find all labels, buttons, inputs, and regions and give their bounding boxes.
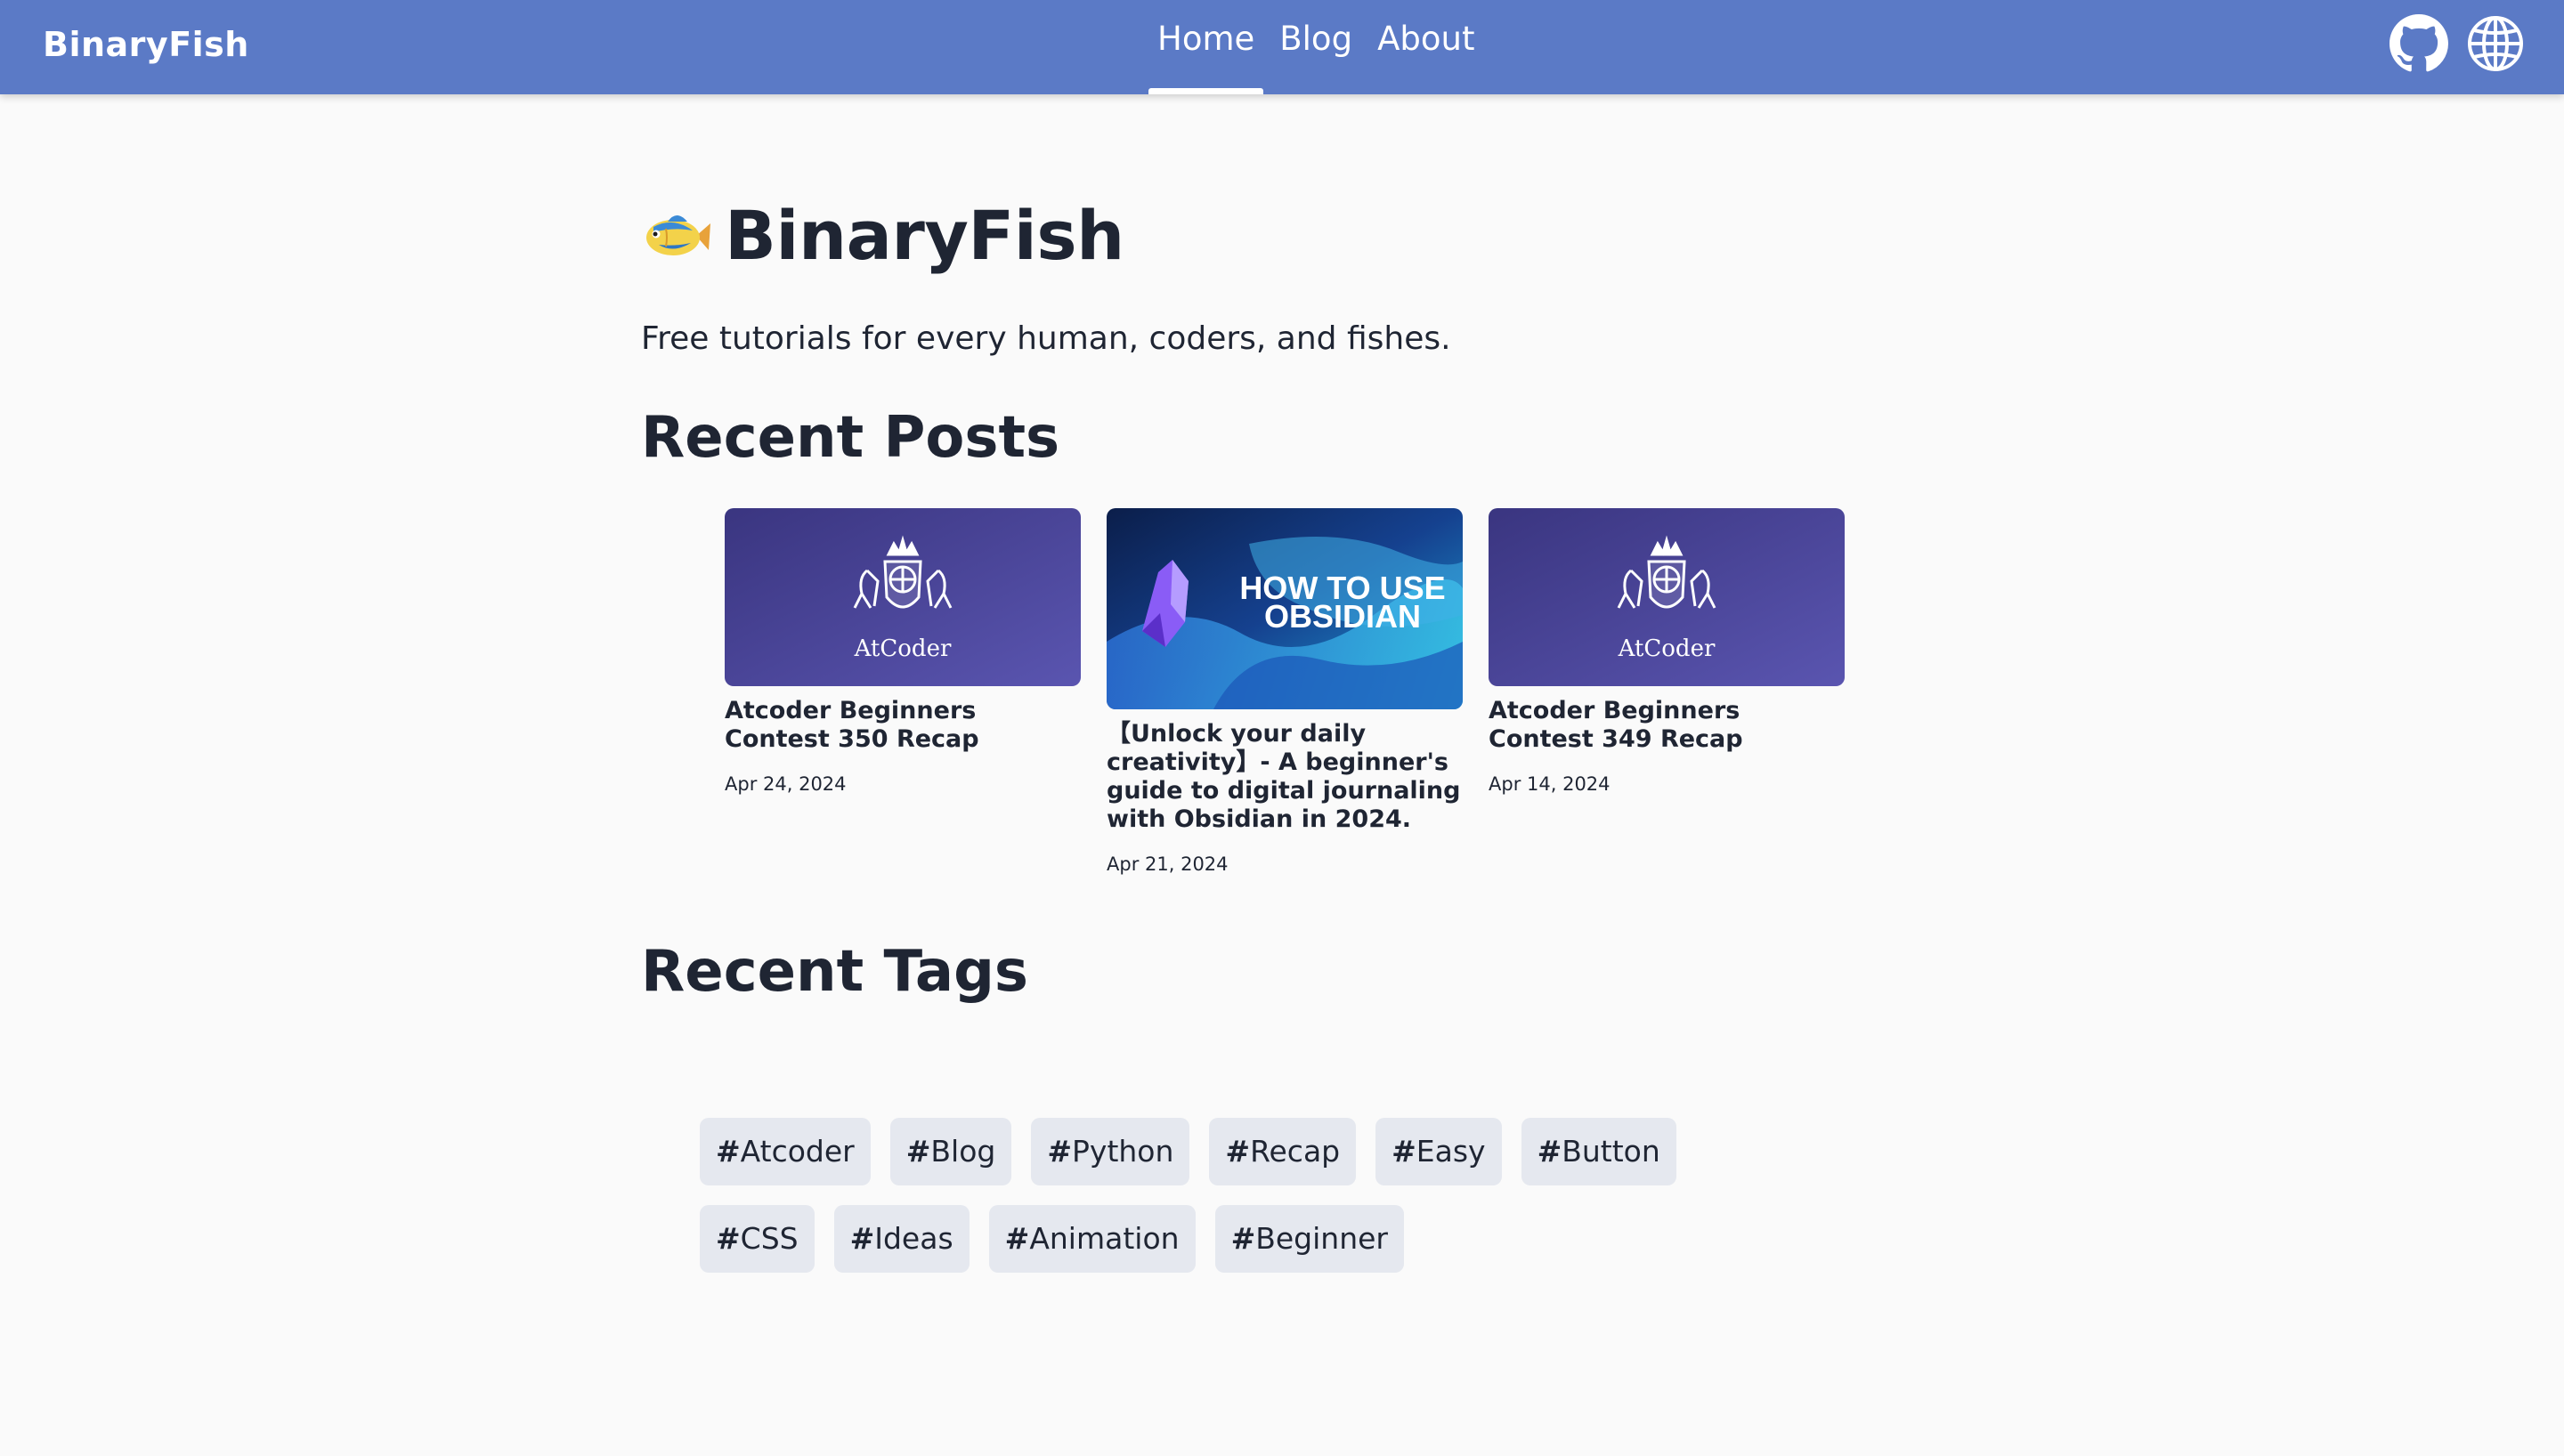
nav-blog[interactable]: Blog — [1270, 0, 1361, 94]
github-link[interactable] — [2390, 14, 2448, 73]
post-thumbnail: AtCoder — [725, 508, 1081, 686]
post-title: Atcoder Beginners Contest 349 Recap — [1489, 697, 1743, 753]
tag-button[interactable]: #Button — [1521, 1118, 1676, 1185]
tagline: Free tutorials for every human, coders, … — [641, 320, 1451, 357]
post-date: Apr 24, 2024 — [725, 773, 847, 795]
post-date: Apr 14, 2024 — [1489, 773, 1611, 795]
site-title: BinaryFish — [725, 196, 1124, 275]
post-date: Apr 21, 2024 — [1107, 853, 1229, 875]
tag-list: #Atcoder #Blog #Python #Recap #Easy #But… — [700, 1118, 1768, 1273]
main-nav: Home Blog About — [1148, 0, 1490, 94]
recent-posts-heading: Recent Posts — [641, 405, 1060, 471]
svg-text:AtCoder: AtCoder — [1618, 635, 1716, 662]
fish-icon — [646, 214, 710, 255]
top-navbar: BinaryFish Home Blog About — [0, 0, 2564, 94]
post-thumbnail: HOW TO USE OBSIDIAN — [1107, 508, 1463, 709]
globe-icon — [2468, 16, 2523, 71]
tag-python[interactable]: #Python — [1031, 1118, 1190, 1185]
post-title: Atcoder Beginners Contest 350 Recap — [725, 697, 979, 753]
recent-tags-heading: Recent Tags — [641, 939, 1028, 1005]
post-title: 【Unlock your daily creativity】- A beginn… — [1107, 720, 1461, 833]
svg-text:OBSIDIAN: OBSIDIAN — [1264, 598, 1421, 635]
tag-easy[interactable]: #Easy — [1375, 1118, 1502, 1185]
tag-blog[interactable]: #Blog — [889, 1118, 1012, 1185]
nav-about[interactable]: About — [1368, 0, 1483, 94]
post-card[interactable]: AtCoder Atcoder Beginners Contest 349 Re… — [1489, 508, 1845, 795]
github-icon — [2390, 14, 2448, 72]
tag-animation[interactable]: #Animation — [988, 1205, 1196, 1273]
tag-css[interactable]: #CSS — [700, 1205, 815, 1273]
post-card[interactable]: HOW TO USE OBSIDIAN 【Unlock your daily c… — [1107, 508, 1463, 875]
tag-ideas[interactable]: #Ideas — [833, 1205, 970, 1273]
tag-beginner[interactable]: #Beginner — [1214, 1205, 1404, 1273]
post-card[interactable]: AtCoder Atcoder Beginners Contest 350 Re… — [725, 508, 1081, 795]
brand-link[interactable]: BinaryFish — [43, 25, 249, 64]
language-link[interactable] — [2466, 14, 2525, 73]
tag-atcoder[interactable]: #Atcoder — [700, 1118, 871, 1185]
nav-home[interactable]: Home — [1148, 0, 1264, 94]
post-thumbnail: AtCoder — [1489, 508, 1845, 686]
svg-text:AtCoder: AtCoder — [854, 635, 952, 662]
header-icons — [2390, 14, 2525, 73]
hero-title: BinaryFish — [641, 196, 1124, 275]
tag-recap[interactable]: #Recap — [1209, 1118, 1357, 1185]
